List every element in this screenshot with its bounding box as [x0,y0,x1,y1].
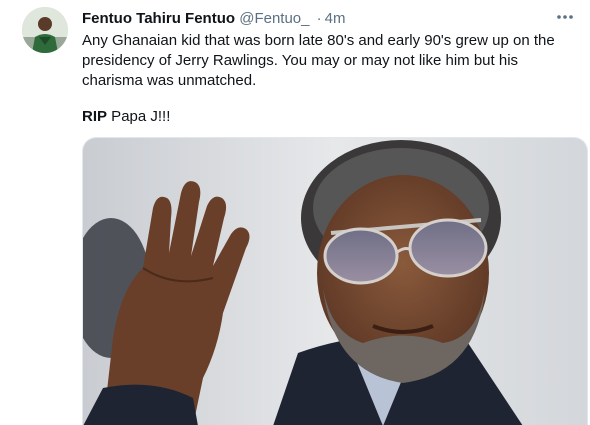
tweet-photo[interactable] [82,137,588,425]
avatar[interactable] [22,7,68,53]
tweet-text: Any Ghanaian kid that was born late 80's… [82,32,555,89]
tweet-header: Fentuo Tahiru Fentuo @Fentuo_ · 4m [82,9,346,29]
user-handle[interactable]: @Fentuo_ [239,10,309,27]
more-horizontal-icon[interactable] [554,7,576,27]
display-name[interactable]: Fentuo Tahiru Fentuo [82,10,235,27]
timestamp[interactable]: 4m [325,10,346,27]
tweet[interactable]: Fentuo Tahiru Fentuo @Fentuo_ · 4m Any Gh… [0,0,590,425]
rip-rest-text: Papa J!!! [107,108,171,125]
rip-bold-text: RIP [82,108,108,125]
separator-dot: · [316,10,322,27]
tweet-text-rip: RIP Papa J!!! [82,107,170,127]
